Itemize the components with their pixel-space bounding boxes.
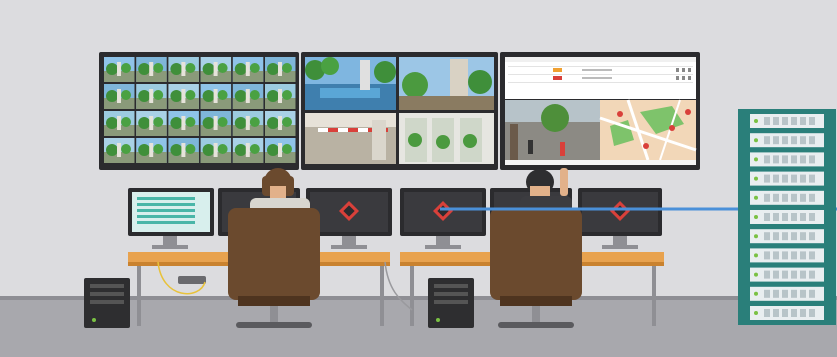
cctv-tile xyxy=(168,84,199,109)
server-unit xyxy=(750,133,824,148)
cctv-tile xyxy=(265,138,296,163)
cctv-tile xyxy=(136,138,167,163)
server-unit xyxy=(750,286,824,301)
pc-tower-right xyxy=(428,278,474,328)
cctv-tile xyxy=(265,57,296,82)
camera-feed-garden xyxy=(399,57,494,110)
street-camera-feed xyxy=(505,100,600,160)
cctv-tile xyxy=(200,84,232,109)
video-wall xyxy=(99,52,700,170)
cctv-tile xyxy=(265,84,296,109)
cctv-tile xyxy=(232,138,264,163)
server-unit xyxy=(750,152,824,167)
server-unit xyxy=(750,267,824,282)
server-unit xyxy=(750,248,824,263)
cctv-tile xyxy=(136,57,167,82)
cctv-tile xyxy=(104,111,135,136)
camera-feed-barrier xyxy=(305,113,396,164)
server-unit xyxy=(750,229,824,244)
server-rack-icon xyxy=(738,109,836,325)
cctv-tile xyxy=(136,111,167,136)
server-unit xyxy=(750,190,824,205)
server-unit xyxy=(750,171,824,186)
map-status-strip xyxy=(505,160,696,165)
cctv-tile xyxy=(168,57,199,82)
camera-feed-pool xyxy=(305,57,396,110)
server-unit xyxy=(750,210,824,224)
cctv-tile xyxy=(232,111,264,136)
server-unit xyxy=(750,306,824,320)
cctv-tile xyxy=(168,138,199,163)
cctv-tile xyxy=(200,111,232,136)
cctv-tile xyxy=(168,111,199,136)
cctv-tile xyxy=(232,57,264,82)
security-control-room-illustration xyxy=(0,0,837,357)
cctv-tile xyxy=(104,138,135,163)
server-unit xyxy=(750,114,824,128)
cctv-tile xyxy=(232,84,264,109)
map-icon xyxy=(599,99,697,161)
cctv-tile xyxy=(200,138,232,163)
cctv-tile xyxy=(200,57,232,82)
cctv-tile xyxy=(104,57,135,82)
cctv-tile xyxy=(136,84,167,109)
pc-tower-left xyxy=(84,278,130,328)
camera-feed-entrance xyxy=(399,113,494,164)
cctv-tile xyxy=(265,111,296,136)
cctv-tile xyxy=(104,84,135,109)
